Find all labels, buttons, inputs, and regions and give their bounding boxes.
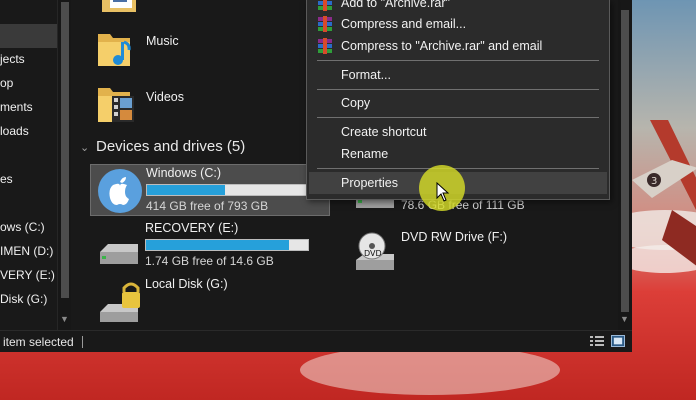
drive-windows-c-usage-fill — [147, 185, 225, 195]
content-scrollbar[interactable]: ▼ — [618, 0, 632, 330]
scroll-down-arrow-icon[interactable]: ▼ — [60, 314, 69, 324]
menu-item-compress-to-archive-and-email[interactable]: Compress to "Archive.rar" and email — [309, 35, 607, 57]
menu-separator — [317, 168, 599, 169]
nav-item-windows-c[interactable]: ows (C:) — [0, 215, 57, 239]
wallpaper-plane-illustration: 3 — [632, 120, 696, 266]
menu-item-label: Compress and email... — [341, 17, 467, 31]
music-folder-label: Music — [146, 34, 179, 48]
drive-dvd-f[interactable]: DVD DVD RW Drive (F:) — [346, 228, 586, 280]
content-scrollbar-thumb[interactable] — [621, 10, 629, 312]
navigation-scrollbar-thumb[interactable] — [61, 2, 69, 298]
collapse-chevron-icon[interactable]: ⌄ — [80, 141, 92, 154]
status-selection-text: item selected — [3, 335, 74, 349]
nav-item-selected[interactable] — [0, 24, 57, 48]
nav-item[interactable] — [0, 0, 57, 24]
svg-text:3: 3 — [651, 176, 657, 187]
menu-item-create-shortcut[interactable]: Create shortcut — [309, 121, 607, 143]
menu-separator — [317, 117, 599, 118]
video-folder-icon — [98, 88, 134, 122]
nav-item-recovery-e[interactable]: VERY (E:) — [0, 263, 57, 287]
menu-item-label: Compress to "Archive.rar" and email — [341, 39, 543, 53]
menu-item-label: Add to "Archive.rar" — [341, 0, 450, 10]
drive-windows-c[interactable]: Windows (C:) 414 GB free of 793 GB — [90, 164, 330, 216]
winrar-icon — [318, 38, 332, 54]
devices-group-title: Devices and drives (5) — [96, 138, 246, 155]
menu-item-copy[interactable]: Copy — [309, 92, 607, 114]
nav-item-3d-objects[interactable]: jects — [0, 47, 57, 71]
nav-item[interactable] — [0, 143, 57, 167]
apple-drive-icon — [98, 169, 142, 213]
videos-folder[interactable]: Videos — [96, 88, 226, 142]
nav-item-drive-d[interactable]: IMEN (D:) — [0, 239, 57, 263]
drive-recovery-e[interactable]: RECOVERY (E:) 1.74 GB free of 14.6 GB — [90, 220, 330, 272]
scroll-down-arrow-icon[interactable]: ▼ — [620, 314, 629, 324]
nav-item-pictures[interactable]: es — [0, 167, 57, 191]
navigation-pane: jects op ments loads es ows (C:) IMEN (D… — [0, 0, 57, 330]
wallpaper-haze — [300, 345, 560, 395]
winrar-icon — [318, 0, 332, 11]
drive-data-free-space: 78.6 GB free of 111 GB — [401, 198, 525, 212]
locked-drive-icon — [100, 282, 140, 322]
status-separator — [82, 336, 83, 348]
menu-separator — [317, 89, 599, 90]
navigation-scrollbar[interactable]: ▼ — [57, 0, 71, 330]
music-folder[interactable]: Music — [96, 34, 226, 86]
nav-item-downloads[interactable]: loads — [0, 119, 57, 143]
nav-item-desktop[interactable]: op — [0, 71, 57, 95]
nav-item-local-disk-g[interactable]: Disk (G:) — [0, 287, 57, 311]
drive-recovery-e-free-space: 1.74 GB free of 14.6 GB — [145, 254, 274, 268]
drive-windows-c-name: Windows (C:) — [146, 166, 222, 180]
drive-recovery-e-usage-fill — [146, 240, 289, 250]
videos-folder-label: Videos — [146, 90, 184, 104]
menu-item-compress-and-email[interactable]: Compress and email... — [309, 13, 607, 35]
context-menu: Add to "Archive.rar" Compress and email.… — [306, 0, 610, 200]
drive-recovery-e-usage-bar — [145, 239, 309, 251]
hard-drive-icon — [100, 244, 138, 264]
details-view-icon[interactable] — [590, 335, 604, 347]
drive-local-disk-g-name: Local Disk (G:) — [145, 277, 228, 291]
devices-group-header[interactable]: ⌄ Devices and drives (5) — [80, 138, 245, 155]
menu-item-format[interactable]: Format... — [309, 64, 607, 86]
menu-item-add-to-archive[interactable]: Add to "Archive.rar" — [309, 0, 607, 14]
mouse-pointer-icon — [436, 182, 450, 202]
music-folder-icon — [98, 34, 131, 66]
drive-recovery-e-name: RECOVERY (E:) — [145, 221, 239, 235]
drive-dvd-f-name: DVD RW Drive (F:) — [401, 230, 508, 244]
menu-item-rename[interactable]: Rename — [309, 143, 607, 165]
document-folder-icon — [102, 0, 136, 12]
nav-item-documents[interactable]: ments — [0, 95, 57, 119]
status-bar: item selected — [0, 330, 632, 352]
drive-windows-c-free-space: 414 GB free of 793 GB — [146, 199, 269, 213]
large-icons-view-icon[interactable] — [611, 335, 625, 347]
winrar-icon — [318, 16, 332, 32]
svg-text:DVD: DVD — [364, 249, 382, 258]
dvd-drive-icon: DVD — [356, 232, 394, 270]
drive-local-disk-g[interactable]: Local Disk (G:) — [90, 276, 330, 328]
drive-windows-c-usage-bar — [146, 184, 310, 196]
menu-separator — [317, 60, 599, 61]
